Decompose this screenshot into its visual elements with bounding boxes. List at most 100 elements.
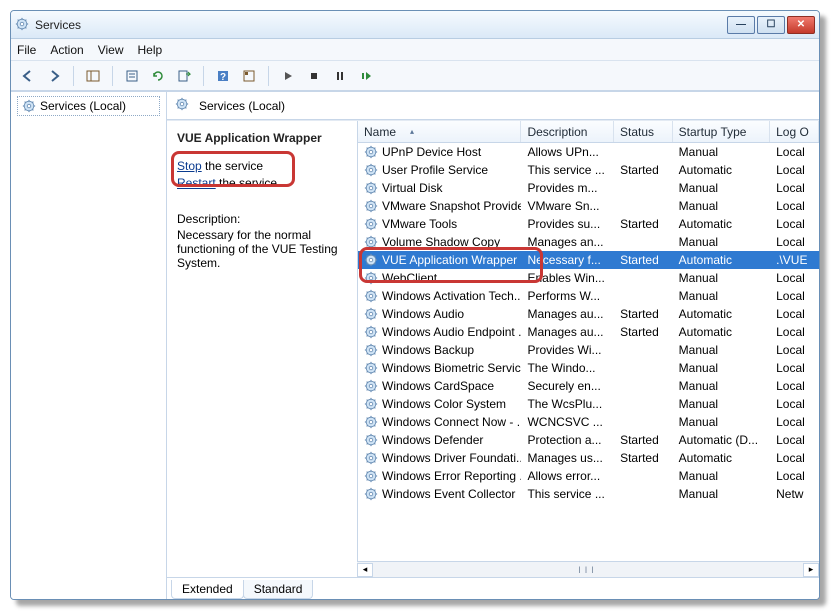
toolbar: ? <box>11 61 819 91</box>
menu-file[interactable]: File <box>17 43 36 57</box>
col-description[interactable]: Description <box>521 121 614 142</box>
service-row[interactable]: Virtual DiskProvides m...ManualLocal <box>358 179 819 197</box>
scroll-left-icon[interactable]: ◂ <box>357 563 373 577</box>
col-name[interactable]: Name <box>358 121 521 142</box>
stop-service-link[interactable]: Stop <box>177 159 202 173</box>
titlebar[interactable]: Services — ☐ ✕ <box>11 11 819 39</box>
help-button[interactable]: ? <box>212 65 234 87</box>
view-tabs: Extended Standard <box>167 577 819 599</box>
service-startup: Automatic <box>673 252 770 268</box>
service-description: VMware Sn... <box>521 198 614 214</box>
service-name: Windows Color System <box>382 397 506 411</box>
console-tree[interactable]: Services (Local) <box>11 92 167 599</box>
window-title: Services <box>35 18 727 32</box>
col-startup-type[interactable]: Startup Type <box>673 121 770 142</box>
back-button[interactable] <box>17 65 39 87</box>
service-status <box>614 241 673 243</box>
gear-icon <box>364 397 378 411</box>
service-row[interactable]: User Profile ServiceThis service ...Star… <box>358 161 819 179</box>
services-list[interactable]: Name Description Status Startup Type Log… <box>357 121 819 577</box>
service-startup: Manual <box>673 486 770 502</box>
service-row[interactable]: Windows BackupProvides Wi...ManualLocal <box>358 341 819 359</box>
pause-service-button[interactable] <box>329 65 351 87</box>
description-text: Necessary for the normal functioning of … <box>177 228 347 270</box>
services-window: Services — ☐ ✕ File Action View Help ? <box>10 10 820 600</box>
detail-pane: VUE Application Wrapper Stop the service… <box>167 121 357 577</box>
service-status: Started <box>614 162 673 178</box>
restart-service-button[interactable] <box>355 65 377 87</box>
service-row[interactable]: Windows Activation Tech...Performs W...M… <box>358 287 819 305</box>
service-description: Necessary f... <box>521 252 614 268</box>
tab-standard[interactable]: Standard <box>243 580 314 599</box>
restart-service-link[interactable]: Restart <box>177 176 216 190</box>
service-row[interactable]: Windows DefenderProtection a...StartedAu… <box>358 431 819 449</box>
properties-button[interactable] <box>121 65 143 87</box>
service-row[interactable]: Volume Shadow CopyManages an...ManualLoc… <box>358 233 819 251</box>
service-name: Windows Error Reporting ... <box>382 469 521 483</box>
service-logon: Local <box>770 216 819 232</box>
service-logon: Local <box>770 198 819 214</box>
start-service-button[interactable] <box>277 65 299 87</box>
tree-node-services-local[interactable]: Services (Local) <box>17 96 160 116</box>
minimize-button[interactable]: — <box>727 16 755 34</box>
service-row[interactable]: Windows Error Reporting ...Allows error.… <box>358 467 819 485</box>
service-row[interactable]: Windows AudioManages au...StartedAutomat… <box>358 305 819 323</box>
maximize-button[interactable]: ☐ <box>757 16 785 34</box>
service-logon: Local <box>770 396 819 412</box>
close-button[interactable]: ✕ <box>787 16 815 34</box>
gear-icon <box>364 469 378 483</box>
service-row[interactable]: Windows Color SystemThe WcsPlu...ManualL… <box>358 395 819 413</box>
service-row[interactable]: WebClientEnables Win...ManualLocal <box>358 269 819 287</box>
gear-icon <box>364 307 378 321</box>
tree-node-label: Services (Local) <box>40 99 126 113</box>
service-description: The WcsPlu... <box>521 396 614 412</box>
svg-text:?: ? <box>220 72 226 83</box>
menu-help[interactable]: Help <box>138 43 163 57</box>
horizontal-scrollbar[interactable]: ◂ III ▸ <box>357 561 819 577</box>
service-status <box>614 151 673 153</box>
col-log-on-as[interactable]: Log O <box>770 121 819 142</box>
service-row[interactable]: VMware Snapshot ProviderVMware Sn...Manu… <box>358 197 819 215</box>
content-header: Services (Local) <box>167 92 819 120</box>
service-row[interactable]: Windows Audio Endpoint ...Manages au...S… <box>358 323 819 341</box>
service-startup: Manual <box>673 270 770 286</box>
column-headers[interactable]: Name Description Status Startup Type Log… <box>357 121 819 143</box>
service-logon: Local <box>770 162 819 178</box>
refresh-button[interactable] <box>147 65 169 87</box>
service-row[interactable]: VMware ToolsProvides su...StartedAutomat… <box>358 215 819 233</box>
gear-icon <box>364 235 378 249</box>
tab-extended[interactable]: Extended <box>171 580 244 599</box>
service-startup: Automatic <box>673 450 770 466</box>
menubar: File Action View Help <box>11 39 819 61</box>
details-button[interactable] <box>238 65 260 87</box>
service-row[interactable]: Windows Connect Now - ...WCNCSVC ...Manu… <box>358 413 819 431</box>
menu-action[interactable]: Action <box>50 43 83 57</box>
gear-icon <box>364 145 378 159</box>
forward-button[interactable] <box>43 65 65 87</box>
service-status <box>614 493 673 495</box>
service-row[interactable]: Windows Driver Foundati...Manages us...S… <box>358 449 819 467</box>
scroll-right-icon[interactable]: ▸ <box>803 563 819 577</box>
service-status: Started <box>614 216 673 232</box>
service-row[interactable]: Windows CardSpaceSecurely en...ManualLoc… <box>358 377 819 395</box>
service-startup: Automatic <box>673 216 770 232</box>
gear-icon <box>364 325 378 339</box>
gear-icon <box>364 253 378 267</box>
service-row[interactable]: UPnP Device HostAllows UPn...ManualLocal <box>358 143 819 161</box>
service-row[interactable]: Windows Event CollectorThis service ...M… <box>358 485 819 503</box>
service-row[interactable]: Windows Biometric ServiceThe Windo...Man… <box>358 359 819 377</box>
service-row[interactable]: VUE Application WrapperNecessary f...Sta… <box>358 251 819 269</box>
service-name: Windows Connect Now - ... <box>382 415 521 429</box>
service-logon: Local <box>770 432 819 448</box>
stop-service-button[interactable] <box>303 65 325 87</box>
service-logon: Local <box>770 468 819 484</box>
service-startup: Manual <box>673 342 770 358</box>
menu-view[interactable]: View <box>98 43 124 57</box>
col-status[interactable]: Status <box>614 121 673 142</box>
show-hide-button[interactable] <box>82 65 104 87</box>
service-logon: Local <box>770 306 819 322</box>
export-button[interactable] <box>173 65 195 87</box>
restart-suffix: the service <box>216 176 277 190</box>
gear-icon <box>175 97 193 115</box>
service-description: Provides Wi... <box>521 342 614 358</box>
